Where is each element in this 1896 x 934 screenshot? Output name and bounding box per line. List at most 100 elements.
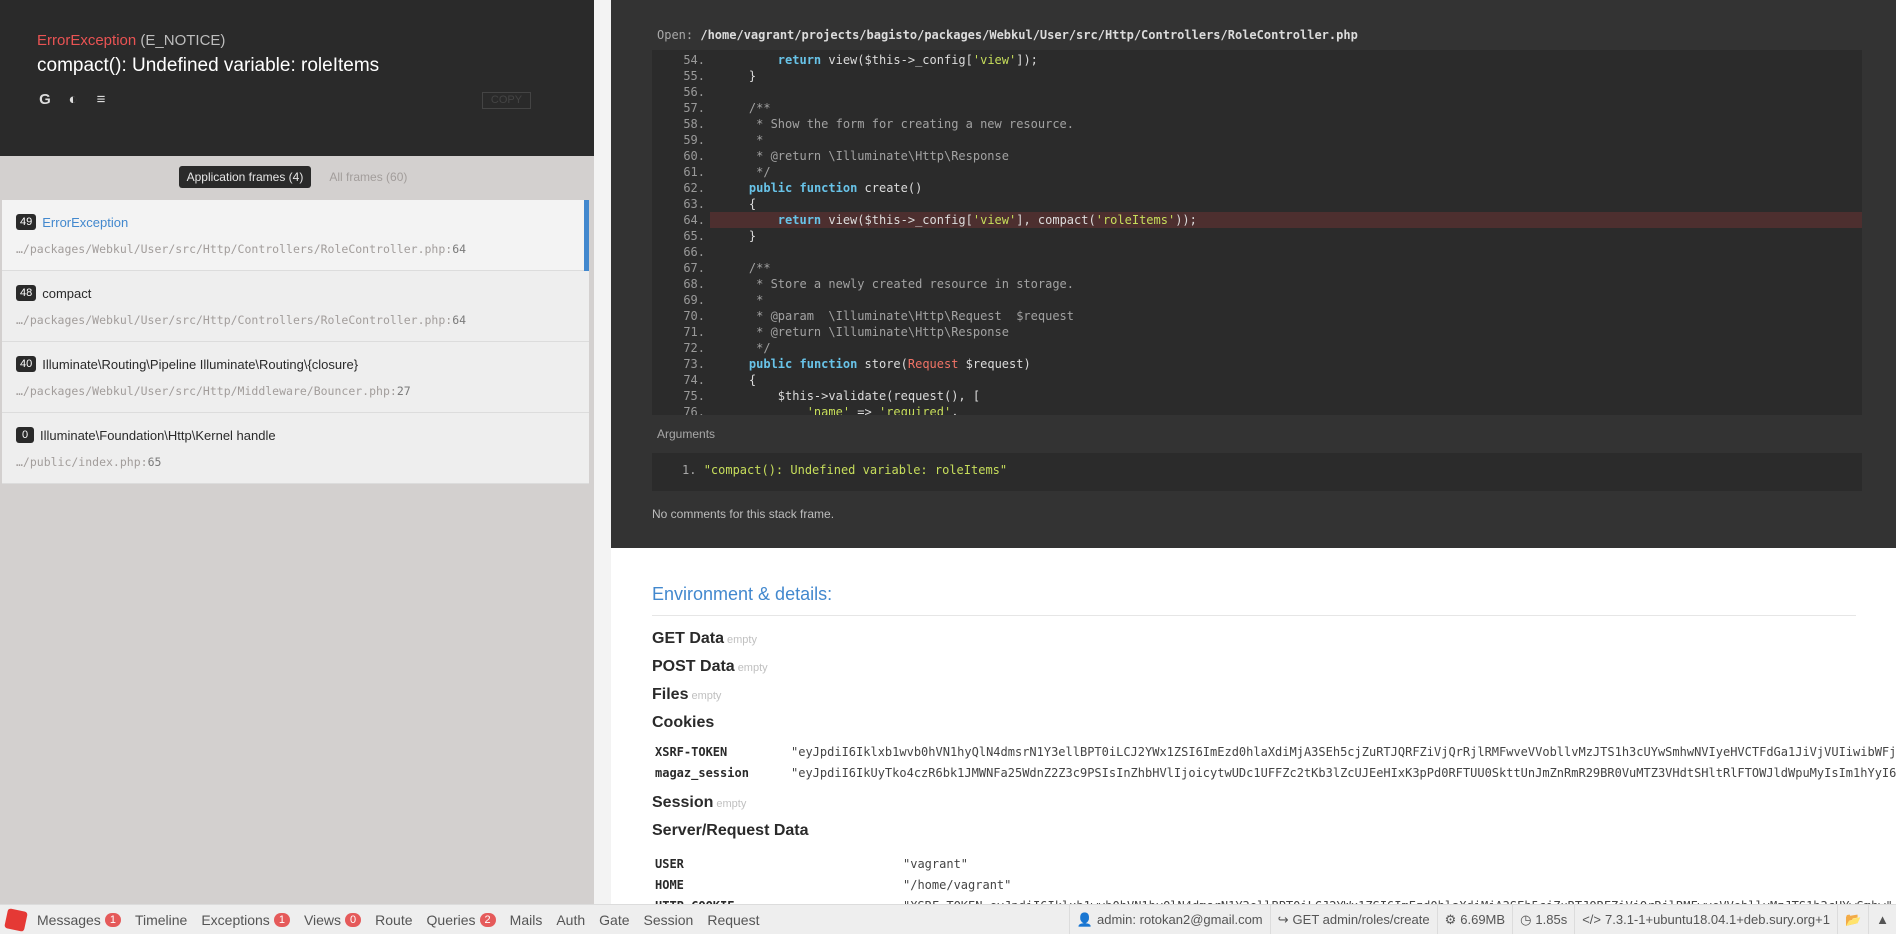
line-source: return view($this->_config['view']); [777, 53, 1038, 67]
debugbar-tab-timeline[interactable]: Timeline [128, 905, 194, 934]
debugbar-tab-mails[interactable]: Mails [503, 905, 550, 934]
copy-button[interactable]: COPY [482, 92, 531, 109]
open-handler-icon[interactable]: 📂 [1836, 904, 1868, 934]
line-source: { [720, 373, 757, 387]
code-line: 73. public function store(Request $reque… [652, 356, 1862, 372]
line-number: 75. [683, 389, 705, 403]
maximize-icon[interactable]: ▲ [1868, 904, 1896, 934]
code-line: 70. * @param \Illuminate\Http\Request $r… [652, 308, 1862, 324]
section-session: Session empty [652, 794, 747, 811]
details-panel: Open: /home/vagrant/projects/bagisto/pac… [611, 0, 1896, 904]
line-source: /** [720, 101, 771, 115]
code-line: 56. [652, 84, 1862, 100]
code-line: 57. /** [652, 100, 1862, 116]
line-number: 54. [683, 53, 705, 67]
line-number: 72. [683, 341, 705, 355]
count-badge: 0 [345, 912, 362, 927]
section-cookies: Cookies [652, 714, 715, 731]
panel-divider[interactable] [594, 0, 611, 904]
stackoverflow-icon[interactable]: ≡ [93, 91, 109, 108]
code-line: 55. } [652, 68, 1862, 84]
server-table: USER "vagrant" HOME "/home/vagrant" HTTP… [652, 854, 1896, 904]
line-number: 66. [683, 245, 705, 259]
section-get-data: GET Data empty [652, 630, 757, 647]
tab-all-frames[interactable]: All frames (60) [321, 166, 415, 188]
frame-name: ErrorException [42, 214, 129, 230]
line-source: * Show the form for creating a new resou… [720, 117, 1075, 131]
cogs-icon: ⚙ [1444, 911, 1457, 927]
frame-item[interactable]: 0 Illuminate\Foundation\Http\Kernel hand… [2, 413, 589, 484]
code-line: 71. * @return \Illuminate\Http\Response [652, 324, 1862, 340]
line-source: $this->validate(request(), [ [720, 389, 981, 403]
code-line: 63. { [652, 196, 1862, 212]
frame-file: …/public/index.php:65 [16, 455, 162, 469]
line-source: return view($this->_config['view'], comp… [710, 212, 1862, 228]
line-number: 70. [683, 309, 705, 323]
debugbar-route[interactable]: ↪ GET admin/roles/create [1269, 904, 1437, 934]
duckduckgo-icon[interactable]: ◐ [65, 91, 81, 108]
code-line: 62. public function create() [652, 180, 1862, 196]
debugbar-time[interactable]: ◷ 1.85s [1512, 904, 1574, 934]
arguments-list: 1. "compact(): Undefined variable: roleI… [652, 453, 1862, 491]
line-source: public function create() [748, 181, 923, 195]
line-number: 64. [683, 213, 705, 227]
line-number: 63. [683, 197, 705, 211]
google-icon[interactable]: G [37, 91, 53, 108]
line-source: /** [720, 261, 771, 275]
debugbar-tab-gate[interactable]: Gate [592, 905, 636, 934]
count-badge: 2 [479, 912, 496, 927]
table-row: XSRF-TOKEN "eyJpdiI6Iklxb1wvb0hVN1hyQlN4… [655, 745, 1896, 759]
code-line: 68. * Store a newly created resource in … [652, 276, 1862, 292]
frame-name: Illuminate\Foundation\Http\Kernel handle [40, 427, 276, 443]
open-file-link[interactable]: Open: /home/vagrant/projects/bagisto/pac… [657, 28, 1862, 42]
debugbar-tab-messages[interactable]: Messages 1 [30, 905, 128, 934]
code-line: 76. 'name' => 'required', [652, 404, 1862, 415]
code-line: 66. [652, 244, 1862, 260]
frame-item[interactable]: 49 ErrorException …/packages/Webkul/User… [2, 200, 589, 271]
frame-file: …/packages/Webkul/User/src/Http/Controll… [16, 313, 467, 327]
details-title: Environment & details: [652, 584, 1856, 616]
line-source: * @return \Illuminate\Http\Response [720, 325, 1009, 339]
debugbar-logo-icon[interactable] [2, 905, 30, 934]
debugbar-php-version[interactable]: </> 7.3.1-1+ubuntu18.04.1+deb.sury.org+1 [1574, 904, 1837, 934]
code-panel: Open: /home/vagrant/projects/bagisto/pac… [611, 0, 1896, 548]
table-row: USER "vagrant" [655, 857, 969, 871]
table-row: HTTP_COOKIE "XSRF-TOKEN=eyJpdiI6Iklxb1wv… [652, 896, 1896, 904]
code-line: 65. } [652, 228, 1862, 244]
code-line: 67. /** [652, 260, 1862, 276]
debugbar-tab-views[interactable]: Views 0 [297, 905, 368, 934]
exception-class: ErrorException (E_NOTICE) [37, 32, 557, 49]
code-snippet: 54. return view($this->_config['view']);… [652, 50, 1862, 415]
tab-application-frames[interactable]: Application frames (4) [178, 166, 312, 188]
debugbar-tab-route[interactable]: Route [368, 905, 419, 934]
exception-message: compact(): Undefined variable: roleItems [37, 55, 380, 76]
count-badge: 1 [104, 912, 121, 927]
frame-index: 0 [16, 427, 34, 443]
line-source [710, 84, 1862, 100]
clock-icon: ◷ [1520, 911, 1532, 927]
frame-item[interactable]: 48 compact …/packages/Webkul/User/src/Ht… [2, 271, 589, 342]
file-path[interactable]: /home/vagrant/projects/bagisto/packages/… [700, 28, 1357, 42]
section-files: Files empty [652, 686, 722, 703]
arguments-title: Arguments [657, 427, 716, 441]
line-source: 'name' => 'required', [806, 405, 959, 415]
line-number: 59. [683, 133, 705, 147]
debugbar-tab-exceptions[interactable]: Exceptions 1 [194, 905, 297, 934]
no-comments-text: No comments for this stack frame. [652, 507, 835, 521]
frame-name: compact [42, 285, 92, 301]
line-number: 71. [683, 325, 705, 339]
debugbar-tab-session[interactable]: Session [637, 905, 701, 934]
line-number: 61. [683, 165, 705, 179]
code-line: 58. * Show the form for creating a new r… [652, 116, 1862, 132]
debugbar-memory[interactable]: ⚙ 6.69MB [1436, 904, 1512, 934]
search-links: G ◐ ≡ [37, 91, 557, 108]
debugbar-tab-auth[interactable]: Auth [549, 905, 592, 934]
line-number: 74. [683, 373, 705, 387]
debugbar-tab-request[interactable]: Request [700, 905, 766, 934]
line-source: * @return \Illuminate\Http\Response [720, 149, 1009, 163]
line-number: 60. [683, 149, 705, 163]
frame-item[interactable]: 40 Illuminate\Routing\Pipeline Illuminat… [2, 342, 589, 413]
debugbar-user[interactable]: 👤 admin: rotokan2@gmail.com [1068, 904, 1270, 934]
code-line: 59. * [652, 132, 1862, 148]
debugbar-tab-queries[interactable]: Queries 2 [420, 905, 503, 934]
